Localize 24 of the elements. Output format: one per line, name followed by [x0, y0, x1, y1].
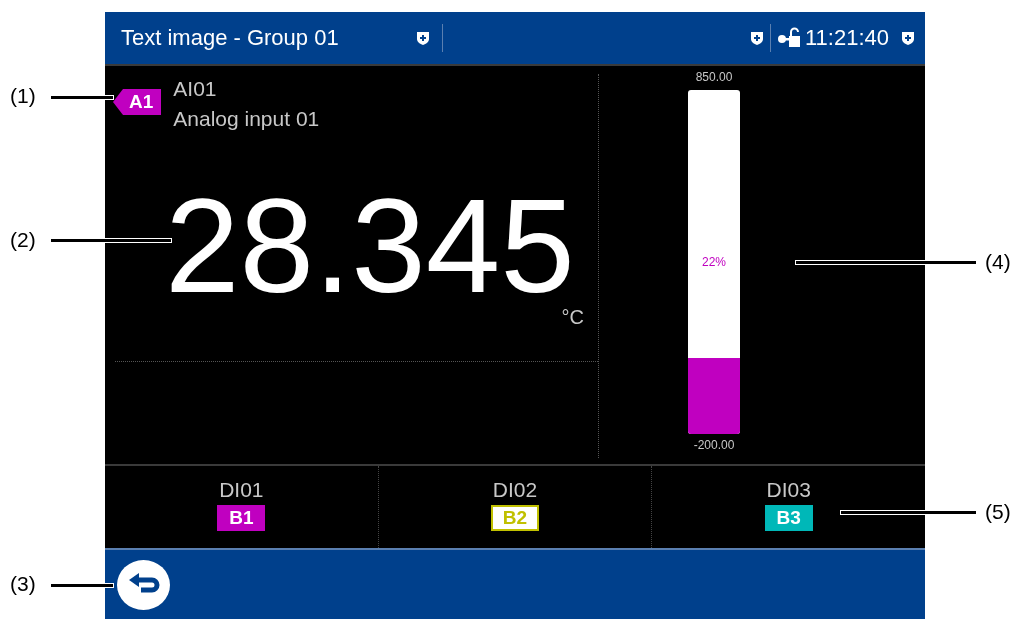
shield-plus-icon[interactable]	[901, 30, 915, 46]
shield-plus-icon[interactable]	[750, 30, 764, 46]
digital-tag: B3	[764, 505, 813, 531]
digital-tag: B1	[217, 505, 266, 531]
clock-time: 11:21:40	[805, 25, 889, 51]
shield-plus-icon[interactable]	[416, 30, 430, 46]
key-lock-icon[interactable]	[777, 27, 801, 49]
window-title: Text image - Group 01	[121, 25, 340, 51]
digital-tag: B2	[491, 505, 539, 531]
channel-id: AI01	[173, 76, 218, 102]
scale-max: 850.00	[695, 70, 733, 84]
scale-min: -200.00	[693, 438, 735, 452]
back-button[interactable]	[117, 559, 170, 610]
callout-label: (4)	[985, 250, 1011, 274]
callout-label: (2)	[10, 228, 36, 252]
channel-name: Analog input 01	[173, 106, 320, 132]
percent-label: 22%	[702, 255, 726, 269]
digital-id: DI01	[219, 478, 264, 502]
digital-id: DI03	[766, 478, 811, 502]
callout-label: (3)	[10, 572, 36, 596]
digital-id: DI02	[492, 478, 538, 502]
channel-tag: A1	[113, 89, 162, 115]
callout-label: (1)	[10, 84, 36, 108]
callout-label: (5)	[985, 500, 1011, 524]
